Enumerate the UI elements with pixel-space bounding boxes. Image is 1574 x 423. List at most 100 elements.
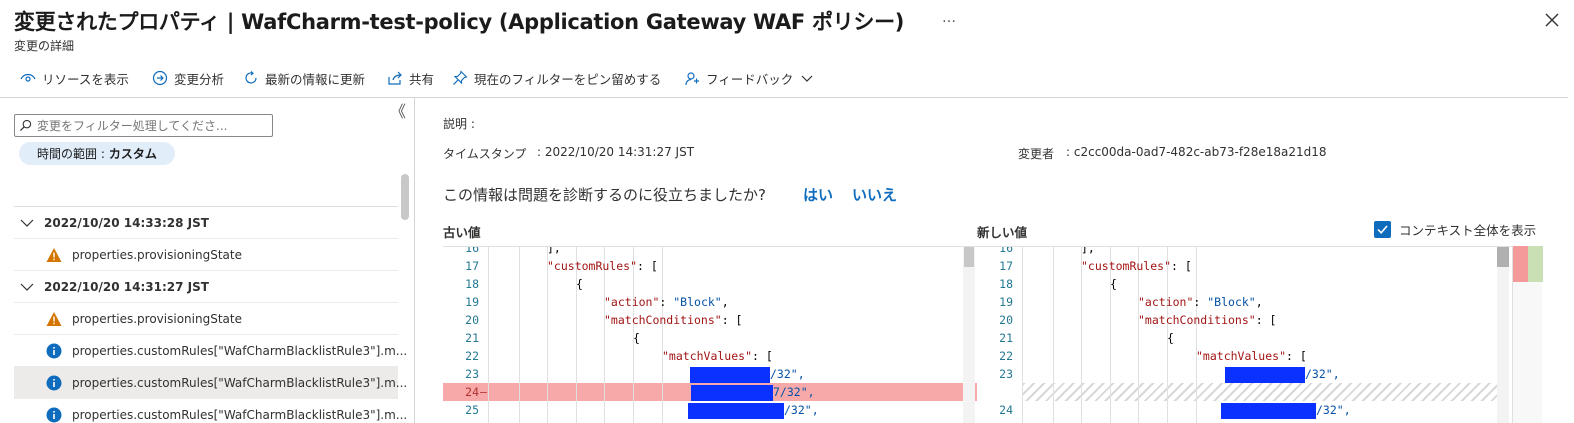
json-key: "action" [1138,295,1194,309]
time-range-value: カスタム [108,147,157,161]
checkmark-icon [1377,225,1388,234]
page-title: 変更されたプロパティ | WafCharm-test-policy (Appli… [14,10,905,34]
code-line: "customRules": [ [1081,259,1192,273]
editor-scrollbar-thumb[interactable] [1497,247,1509,267]
feedback-button[interactable]: フィードバック [684,68,815,88]
removed-line-marker: — [480,385,487,399]
json-key: "matchConditions" [1138,313,1256,327]
close-icon[interactable] [1542,10,1562,30]
new-value-editor[interactable]: 16 17 18 19 20 21 22 23 24 ], "customRul… [977,246,1512,423]
warning-icon [46,247,62,262]
change-analysis-button[interactable]: 変更分析 [152,68,224,88]
refresh-icon [245,71,257,84]
time-range-pill[interactable]: 時間の範囲 : カスタム [19,142,175,165]
editor-scrollbar[interactable] [963,247,975,423]
indent-guide [576,247,577,423]
filter-input[interactable] [37,118,262,133]
code-line-tail: /32", [1316,403,1351,417]
editor-scrollbar-thumb[interactable] [964,247,974,267]
json-punct: : [1193,295,1208,309]
chevron-down-icon[interactable] [20,280,34,294]
filter-input-box[interactable] [14,114,273,137]
line-gutter-divider [488,247,489,423]
change-item-row[interactable]: properties.customRules["WafCharmBlacklis… [14,335,407,367]
code-line: "action": "Block", [604,295,729,309]
pin-filter-label: 現在のフィルターをピン留めする [474,71,662,87]
timestamp-value: : 2022/10/20 14:31:27 JST [537,145,695,159]
time-range-label: 時間の範囲 : [37,147,105,161]
info-icon [46,343,62,358]
change-item-row[interactable]: properties.customRules["WafCharmBlacklis… [14,399,407,423]
line-number: 16 [465,246,479,255]
line-number: 21 [999,331,1013,345]
search-icon [19,119,32,132]
line-number: 23 [465,367,479,381]
feedback-yes-link[interactable]: はい [803,184,833,205]
share-icon [388,71,402,85]
json-key: "matchValues" [662,349,753,363]
indent-guide [604,247,605,423]
indent-guide [1081,247,1082,423]
checkbox-checked[interactable] [1374,221,1391,238]
refresh-button[interactable]: 最新の情報に更新 [243,68,365,88]
change-list-pane: 《 時間の範囲 : カスタム 2022/10/20 14:33:28 JST p… [0,98,415,423]
json-key: "matchConditions" [604,313,722,327]
code-line: "matchValues": [ [662,349,773,363]
share-label: 共有 [409,71,435,87]
view-resource-button[interactable]: リソースを表示 [20,68,129,88]
line-number: 23 [999,367,1013,381]
old-value-editor[interactable]: 16 17 18 19 20 21 22 23 24 — 25 ], "cust… [443,246,977,423]
code-line: "customRules": [ [547,259,658,273]
redacted-value [1225,367,1305,383]
redacted-value [688,403,784,419]
change-group-row[interactable]: 2022/10/20 14:31:27 JST [14,271,398,303]
diff-overview-ruler[interactable] [1512,246,1543,423]
change-item-label: properties.customRules["WafCharmBlacklis… [72,375,408,390]
change-group-row[interactable]: 2022/10/20 14:33:28 JST [14,207,398,239]
feedback-no-link[interactable]: いいえ [852,184,897,205]
editor-scrollbar[interactable] [1497,247,1509,423]
code-line: ], [1081,246,1095,255]
json-punct: , [721,295,729,309]
pin-filter-button[interactable]: 現在のフィルターをピン留めする [452,68,661,88]
json-punct: : [ [1286,349,1307,363]
change-group-timestamp: 2022/10/20 14:31:27 JST [44,279,209,294]
line-number: 19 [465,295,479,309]
collapse-pane-icon[interactable]: 《 [390,98,406,122]
indent-guide [519,247,520,423]
change-item-row[interactable]: properties.provisioningState [14,239,398,271]
feedback-icon [685,72,699,86]
indent-guide [1110,247,1111,423]
indent-guide [1138,247,1139,423]
json-punct: : [ [752,349,773,363]
indent-guide [1196,247,1197,423]
change-analysis-label: 変更分析 [174,71,225,87]
change-item-label: properties.provisioningState [72,247,242,262]
chevron-down-icon[interactable] [20,216,34,230]
change-item-label: properties.provisioningState [72,311,242,326]
change-item-row[interactable]: properties.provisioningState [14,303,398,335]
code-line: { [633,331,640,345]
json-punct: : [ [721,313,743,327]
code-line-tail: /32", [1305,367,1340,381]
code-line: { [1167,331,1174,345]
line-number: 22 [465,349,479,363]
deleted-line-placeholder [1023,383,1497,401]
change-item-label: properties.customRules["WafCharmBlacklis… [72,343,408,358]
json-punct: : [ [1255,313,1277,327]
eye-icon [20,73,36,82]
change-item-row-selected[interactable]: properties.customRules["WafCharmBlacklis… [14,367,407,399]
refresh-label: 最新の情報に更新 [265,71,366,87]
feedback-label: フィードバック [706,71,794,87]
more-options-icon[interactable]: … [942,10,956,26]
json-key: "customRules" [1081,259,1172,273]
change-group-timestamp: 2022/10/20 14:33:28 JST [44,215,209,230]
show-full-context-checkbox[interactable]: コンテキスト全体を表示 [1374,220,1536,239]
line-number: 24 [465,385,479,399]
show-full-context-label: コンテキスト全体を表示 [1399,223,1537,238]
list-scrollbar-thumb[interactable] [401,174,409,220]
share-button[interactable]: 共有 [387,68,434,88]
code-line-tail: /32", [784,403,819,417]
info-icon [46,375,62,390]
description-label: 説明 : [443,117,475,131]
